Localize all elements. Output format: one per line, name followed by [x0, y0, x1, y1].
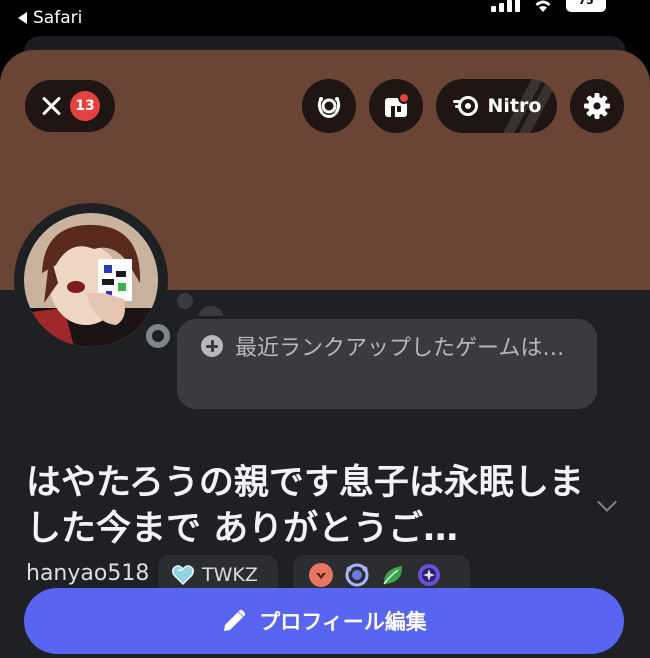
nitro-icon	[452, 96, 478, 116]
heart-icon	[172, 565, 194, 585]
cellular-signal-icon	[491, 0, 520, 12]
pencil-icon	[224, 609, 246, 631]
notification-badge: 13	[70, 91, 100, 121]
edit-profile-label: プロフィール編集	[259, 610, 427, 634]
wifi-icon	[535, 0, 551, 12]
status-indicator	[139, 317, 177, 355]
back-link-label: Safari	[33, 8, 83, 28]
thought-bubble-dot	[174, 290, 196, 312]
status-bar: Safari 75	[0, 0, 650, 36]
custom-status-bubble[interactable]: 最近ランクアップしたゲームは…	[174, 316, 600, 412]
username[interactable]: hanyao518	[26, 561, 149, 586]
settings-button[interactable]	[570, 79, 624, 133]
nitro-perks-button[interactable]	[302, 79, 356, 133]
back-to-safari-link[interactable]: Safari	[18, 8, 82, 28]
shop-icon	[385, 92, 410, 117]
server-tag-label: TWKZ	[202, 564, 258, 586]
battery-icon: 75	[566, 0, 606, 12]
quest-icon	[417, 563, 441, 587]
avatar-image	[24, 213, 158, 347]
display-name[interactable]: はやたろうの親です息子は永眠しました今まで ありがとうご…	[26, 460, 596, 552]
profile-sheet: 13 Nitro 最近ランクアップしたゲームは… はやたろうの親です息子は永眠し…	[0, 50, 650, 658]
chevron-down-icon[interactable]	[597, 492, 617, 512]
close-button[interactable]: 13	[25, 80, 115, 132]
gear-icon	[584, 93, 610, 119]
add-icon	[201, 335, 223, 357]
offline-status-icon	[146, 324, 170, 348]
laurel-icon	[317, 97, 341, 118]
hypesquad-icon	[309, 563, 333, 587]
close-icon	[40, 95, 62, 117]
edit-profile-button[interactable]: プロフィール編集	[24, 588, 624, 654]
leaf-icon	[381, 563, 405, 587]
custom-status-placeholder: 最近ランクアップしたゲームは…	[235, 336, 565, 361]
avatar	[24, 213, 158, 347]
back-arrow-icon	[18, 12, 27, 24]
shop-button[interactable]	[369, 79, 423, 133]
nitro-label: Nitro	[487, 95, 542, 117]
avatar-container[interactable]	[14, 203, 177, 357]
nitro-button[interactable]: Nitro	[436, 79, 557, 133]
battery-level: 75	[578, 0, 594, 7]
nitro-laurel-icon	[345, 563, 369, 587]
